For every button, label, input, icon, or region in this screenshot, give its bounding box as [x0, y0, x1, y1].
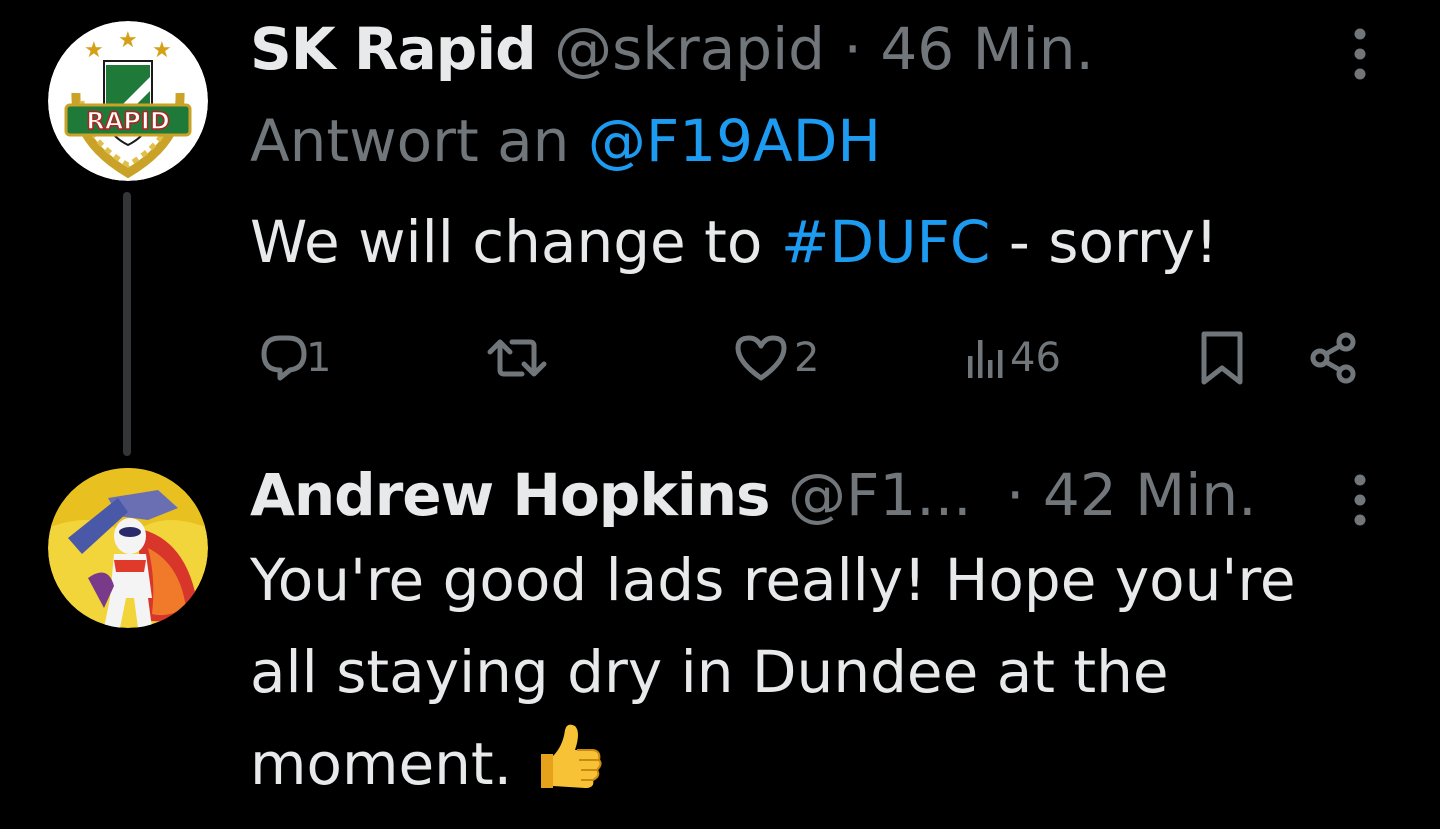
views-count: 46 — [1010, 335, 1061, 381]
replying-to-link[interactable]: @F19ADH — [588, 107, 881, 175]
timestamp[interactable]: 46 Min. — [880, 15, 1094, 83]
thumbs-up-icon — [540, 724, 602, 788]
avatar-andrew-hopkins[interactable] — [48, 468, 208, 628]
like-count: 2 — [794, 335, 820, 381]
tweet1-header: SK Rapid @skrapid · 46 Min. — [250, 14, 1094, 84]
replying-to: Antwort an @F19ADH — [250, 106, 881, 176]
handle[interactable]: @F1... — [788, 461, 972, 529]
display-name[interactable]: Andrew Hopkins — [250, 461, 771, 529]
timestamp[interactable]: 42 Min. — [1043, 461, 1257, 529]
separator-dot: · — [843, 15, 862, 83]
svg-text:★: ★ — [118, 28, 138, 53]
more-options-button[interactable] — [1340, 462, 1380, 542]
reply-icon — [261, 335, 307, 381]
text-before: We will change to — [250, 208, 763, 276]
reply-button[interactable]: 1 — [250, 326, 331, 390]
avatar-illustration-icon — [48, 468, 208, 628]
tweet2-text-line-2: all staying dry in Dundee at the — [250, 638, 1169, 706]
tweet2-text-line-3-text: moment. — [250, 730, 513, 798]
reply-count: 1 — [306, 335, 332, 381]
tweet-sk-rapid[interactable]: ★ ★ ★ RAPID SK Rapid @skrapid · 46 Min. … — [0, 0, 1440, 440]
retweet-icon — [487, 339, 547, 377]
retweet-button[interactable] — [482, 326, 558, 390]
like-button[interactable]: 2 — [730, 326, 819, 390]
thumbs-up-emoji — [531, 720, 605, 818]
more-options-button[interactable] — [1340, 16, 1380, 96]
more-options-icon — [1354, 474, 1366, 526]
svg-text:★: ★ — [84, 38, 104, 63]
rapid-crest-icon: ★ ★ ★ RAPID — [48, 21, 208, 181]
display-name[interactable]: SK Rapid — [250, 15, 537, 83]
tweet1-actions: 1 2 46 — [250, 326, 1370, 390]
share-icon — [1310, 332, 1356, 384]
tweet1-text: We will change to #DUFC - sorry! — [250, 198, 1218, 286]
views-button[interactable]: 46 — [960, 326, 1061, 390]
views-icon — [968, 340, 1003, 378]
bookmark-button[interactable] — [1196, 326, 1248, 390]
handle[interactable]: @skrapid — [554, 15, 825, 83]
replying-prefix: Antwort an — [250, 107, 570, 175]
bookmark-icon — [1201, 331, 1243, 385]
tweet2-text-line-3: moment. — [250, 720, 605, 818]
tweet2-text-line-1: You're good lads really! Hope you're — [250, 546, 1296, 614]
separator-dot: · — [1006, 461, 1025, 529]
more-options-icon — [1354, 28, 1366, 80]
tweet-andrew-hopkins[interactable]: Andrew Hopkins @F1... · 42 Min. You're g… — [0, 440, 1440, 829]
share-button[interactable] — [1304, 326, 1364, 390]
avatar-rapid-text: RAPID — [86, 107, 170, 135]
text-after: - sorry! — [1008, 208, 1219, 276]
svg-text:★: ★ — [152, 38, 172, 63]
avatar-sk-rapid[interactable]: ★ ★ ★ RAPID — [48, 21, 208, 181]
tweet2-header: Andrew Hopkins @F1... · 42 Min. — [250, 460, 1257, 530]
thread-connector-line — [123, 192, 131, 456]
like-icon — [735, 335, 787, 381]
hashtag-link[interactable]: #DUFC — [781, 208, 991, 276]
